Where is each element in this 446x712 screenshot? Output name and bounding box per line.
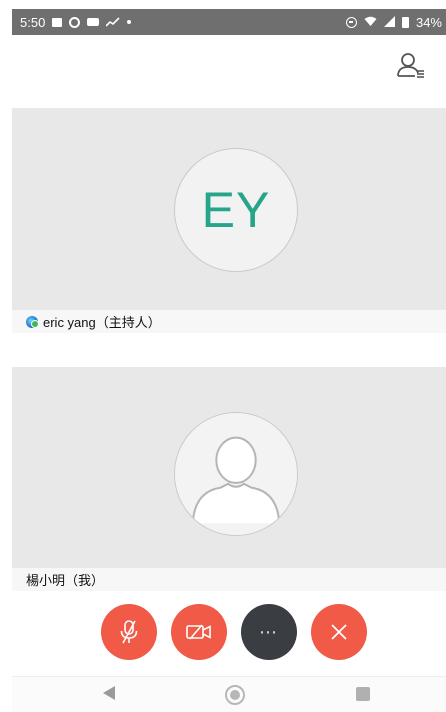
video-toggle-button[interactable] <box>171 604 227 660</box>
participant-video-host[interactable]: EY eric yang（主持人） <box>12 108 446 333</box>
participant-name: eric yang（主持人） <box>43 315 161 330</box>
status-bar: 5:50 34% <box>12 9 446 35</box>
dnd-icon <box>345 16 357 28</box>
home-icon[interactable] <box>225 685 245 705</box>
status-time: 5:50 <box>20 14 46 30</box>
youtube-icon <box>87 18 100 26</box>
status-left: 5:50 <box>20 14 132 30</box>
navigation-bar <box>12 676 446 712</box>
default-avatar-icon <box>175 413 297 535</box>
leave-button[interactable] <box>311 604 367 660</box>
participant-name: 楊小明（我） <box>26 573 105 588</box>
app-icon <box>69 16 81 28</box>
wifi-icon <box>364 15 377 30</box>
more-button[interactable]: ⋯ <box>241 604 297 660</box>
participant-name-bar: eric yang（主持人） <box>12 310 446 333</box>
image-icon <box>52 17 63 27</box>
graph-icon <box>105 15 120 30</box>
more-icon: ⋯ <box>259 622 279 642</box>
avatar <box>174 412 298 536</box>
participant-name-bar: 楊小明（我） <box>12 568 446 591</box>
video-off-icon <box>186 624 211 640</box>
mute-button[interactable] <box>101 604 157 660</box>
mic-off-icon <box>120 620 138 644</box>
call-controls: ⋯ <box>0 604 446 660</box>
battery-icon <box>401 16 409 28</box>
back-icon[interactable] <box>103 686 115 700</box>
dot-icon <box>127 20 132 24</box>
participant-video-self[interactable]: 楊小明（我） <box>12 367 446 591</box>
avatar-initials: EY <box>201 182 271 238</box>
close-icon <box>331 624 347 640</box>
participants-icon <box>397 53 424 78</box>
recents-icon[interactable] <box>356 687 370 701</box>
status-right: 34% <box>345 14 442 30</box>
avatar: EY <box>174 148 298 272</box>
participants-button[interactable] <box>395 50 427 80</box>
signal-icon <box>383 15 395 30</box>
battery-level: 34% <box>415 14 442 30</box>
host-badge-icon <box>26 315 39 328</box>
